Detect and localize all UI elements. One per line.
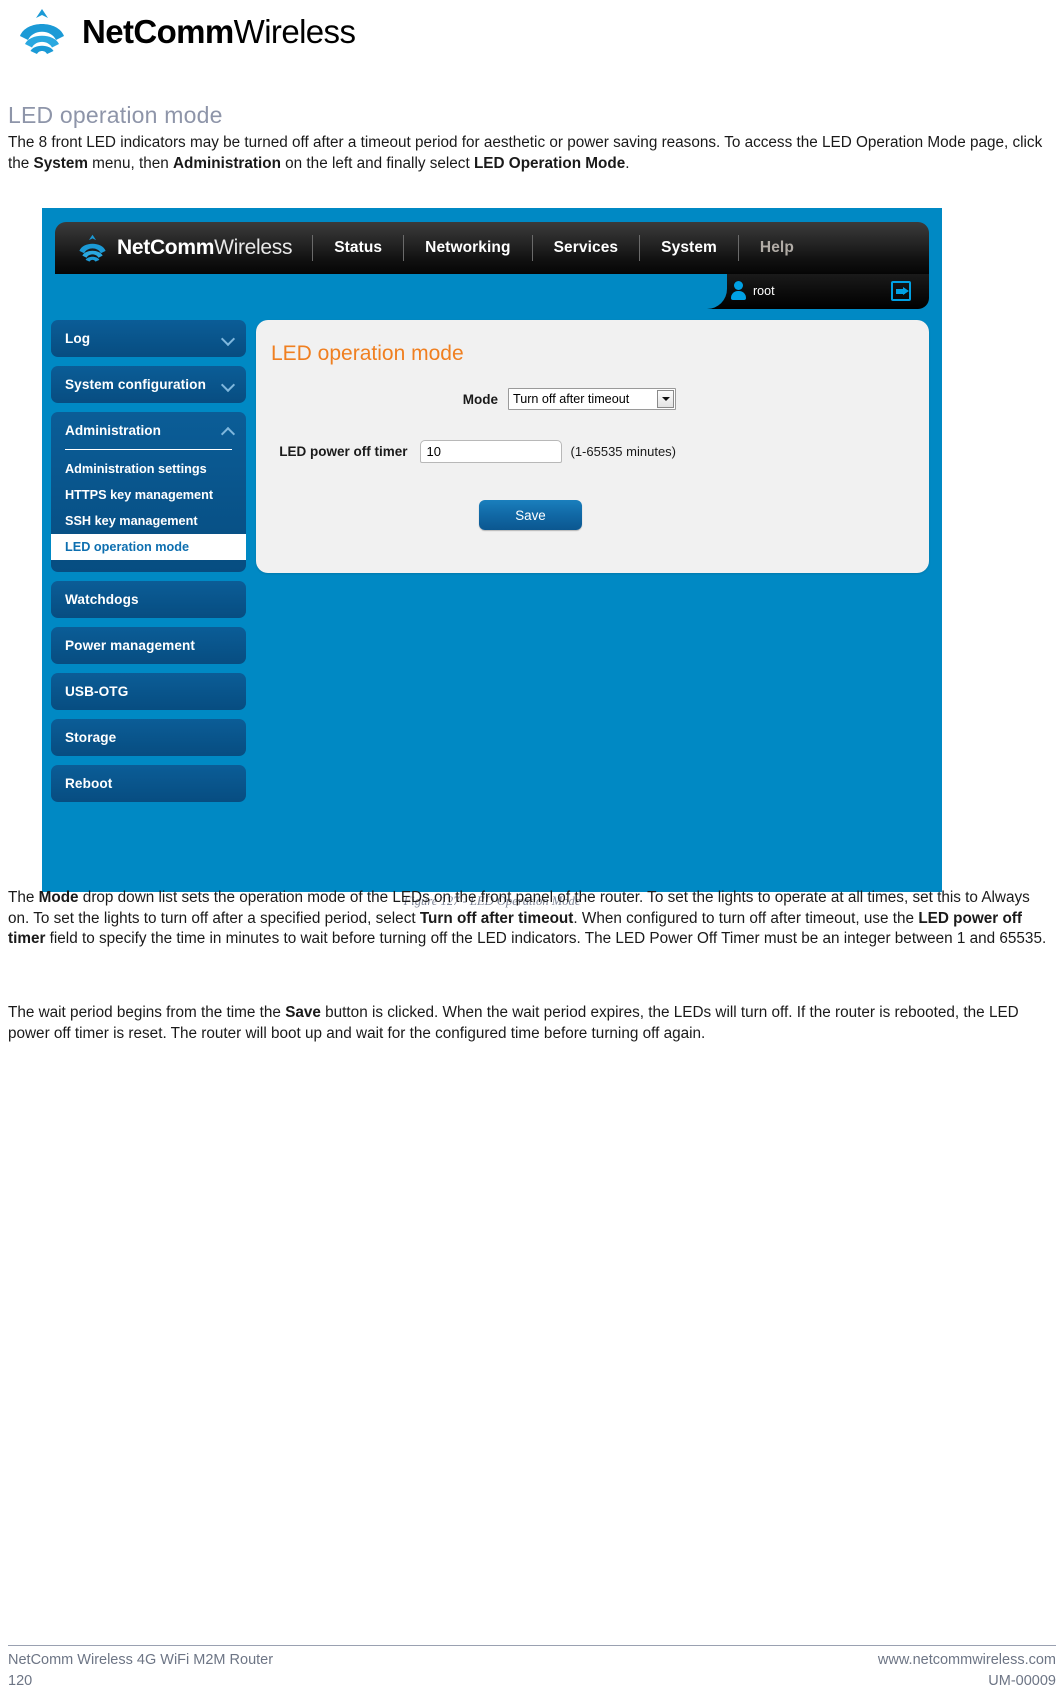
intro-paragraph: The 8 front LED indicators may be turned… [8, 133, 1054, 174]
intro-bold-system: System [33, 154, 88, 172]
intro-text-3: on the left and finally select [280, 154, 474, 172]
footer-document-id: UM-00009 [988, 1673, 1056, 1689]
figure-router-ui: NetCommWireless Status Networking Servic… [42, 208, 942, 892]
sidebar-item-label: Reboot [65, 776, 113, 791]
intro-text-2: menu, then [87, 154, 173, 172]
current-user-name: root [753, 283, 775, 298]
paragraph-wait-period: The wait period begins from the time the… [8, 1003, 1054, 1044]
sidebar-item-https-key-management[interactable]: HTTPS key management [51, 482, 246, 508]
nav-item-networking[interactable]: Networking [406, 239, 529, 257]
sidebar-item-administration-settings[interactable]: Administration settings [51, 456, 246, 482]
para-mode-bold-mode: Mode [38, 889, 79, 906]
netcomm-wifi-logo-icon [16, 6, 68, 58]
nav-divider [312, 235, 314, 261]
sidebar-group-divider [65, 449, 232, 450]
sidebar-item-reboot[interactable]: Reboot [51, 765, 246, 802]
nav-item-system[interactable]: System [642, 239, 736, 257]
sidebar-item-storage[interactable]: Storage [51, 719, 246, 756]
nav-item-status[interactable]: Status [315, 239, 401, 257]
chevron-down-icon [220, 377, 236, 393]
chevron-down-icon [220, 331, 236, 347]
sidebar-item-label: Log [65, 331, 91, 346]
sidebar-item-label: Watchdogs [65, 592, 139, 607]
sidebar-subitem-label: HTTPS key management [65, 488, 214, 502]
sidebar-item-administration[interactable]: Administration [51, 412, 246, 449]
footer-product-name: NetComm Wireless 4G WiFi M2M Router [8, 1652, 274, 1668]
brand-name-bold: NetComm [82, 13, 234, 50]
nav-item-services[interactable]: Services [535, 239, 638, 257]
mode-select-value: Turn off after timeout [513, 392, 630, 406]
led-power-off-timer-input[interactable]: 10 [419, 440, 562, 463]
sidebar-subitem-label: SSH key management [65, 514, 198, 528]
form-row-mode: Mode Turn off after timeout [256, 388, 676, 410]
intro-bold-led-operation-mode: LED Operation Mode [473, 154, 626, 172]
document-header: NetCommWireless [16, 6, 356, 58]
sidebar-item-label: USB-OTG [65, 684, 129, 699]
para-mode-text-1: The [8, 889, 39, 906]
save-button[interactable]: Save [479, 500, 582, 530]
router-brand-light: Wireless [214, 236, 293, 259]
sidebar-item-log[interactable]: Log [51, 320, 246, 357]
footer-page-number: 120 [8, 1673, 33, 1689]
footer-divider [8, 1645, 1056, 1646]
mode-select[interactable]: Turn off after timeout [508, 388, 676, 410]
sidebar-item-system-configuration[interactable]: System configuration [51, 366, 246, 403]
form-row-led-power-off-timer: LED power off timer 10 (1-65535 minutes) [256, 440, 676, 463]
sidebar-item-usb-otg[interactable]: USB-OTG [51, 673, 246, 710]
sidebar-item-label: System configuration [65, 377, 206, 392]
sidebar-subitem-label: LED operation mode [65, 540, 190, 554]
brand-wordmark: NetCommWireless [82, 13, 356, 51]
nav-divider [639, 235, 641, 261]
page-title: LED operation mode [8, 102, 223, 128]
sidebar-group-administration: Administration Administration settings H… [51, 412, 246, 572]
footer-right: www.netcommwireless.com UM-00009 [878, 1650, 1056, 1692]
nav-divider [531, 235, 533, 261]
led-power-off-timer-label: LED power off timer [279, 444, 408, 459]
user-strip-blue-fill [55, 274, 727, 309]
led-power-off-timer-hint: (1-65535 minutes) [570, 444, 677, 459]
sidebar-item-power-management[interactable]: Power management [51, 627, 246, 664]
footer-website: www.netcommwireless.com [877, 1652, 1056, 1668]
router-brand-text: NetCommWireless [117, 236, 292, 260]
para-mode-text-3: . When configured to turn off after time… [573, 909, 919, 927]
nav-item-help[interactable]: Help [741, 239, 813, 257]
sidebar-item-watchdogs[interactable]: Watchdogs [51, 581, 246, 618]
sidebar-item-led-operation-mode[interactable]: LED operation mode [51, 534, 246, 560]
sidebar-item-label: Administration [65, 423, 161, 438]
router-main-content: LED operation mode Mode Turn off after t… [256, 320, 929, 573]
paragraph-mode-description: The Mode drop down list sets the operati… [8, 888, 1054, 950]
sidebar-subitem-label: Administration settings [65, 462, 207, 476]
chevron-up-icon [220, 426, 236, 442]
router-top-navbar: NetCommWireless Status Networking Servic… [55, 222, 929, 274]
router-sidebar: Log System configuration Administration … [51, 320, 246, 811]
nav-divider [403, 235, 405, 261]
mode-label: Mode [462, 391, 498, 407]
router-brand-bold: NetComm [117, 236, 215, 259]
sidebar-item-label: Storage [65, 730, 117, 745]
para-wait-bold-save: Save [285, 1004, 321, 1021]
led-operation-mode-card: LED operation mode Mode Turn off after t… [256, 320, 929, 573]
router-brand: NetCommWireless [55, 233, 310, 264]
nav-divider [737, 235, 739, 261]
chevron-down-icon[interactable] [657, 390, 674, 408]
intro-text-4: . [625, 154, 630, 172]
para-mode-text-4: field to specify the time in minutes to … [45, 930, 1047, 947]
footer-left: NetComm Wireless 4G WiFi M2M Router 120 [8, 1650, 273, 1692]
router-web-interface: NetCommWireless Status Networking Servic… [42, 208, 942, 892]
logout-icon[interactable] [891, 281, 911, 301]
sidebar-item-ssh-key-management[interactable]: SSH key management [51, 508, 246, 534]
current-user: root [731, 281, 775, 300]
sidebar-item-label: Power management [65, 638, 196, 653]
netcomm-wifi-logo-icon [77, 233, 108, 264]
card-title: LED operation mode [271, 342, 464, 365]
brand-name-light: Wireless [233, 13, 356, 50]
router-user-strip: root [55, 274, 929, 309]
user-icon [731, 281, 746, 300]
para-wait-text-1: The wait period begins from the time the [8, 1004, 286, 1021]
intro-bold-administration: Administration [172, 154, 281, 172]
para-mode-bold-turn-off-after-timeout: Turn off after timeout [419, 909, 574, 927]
